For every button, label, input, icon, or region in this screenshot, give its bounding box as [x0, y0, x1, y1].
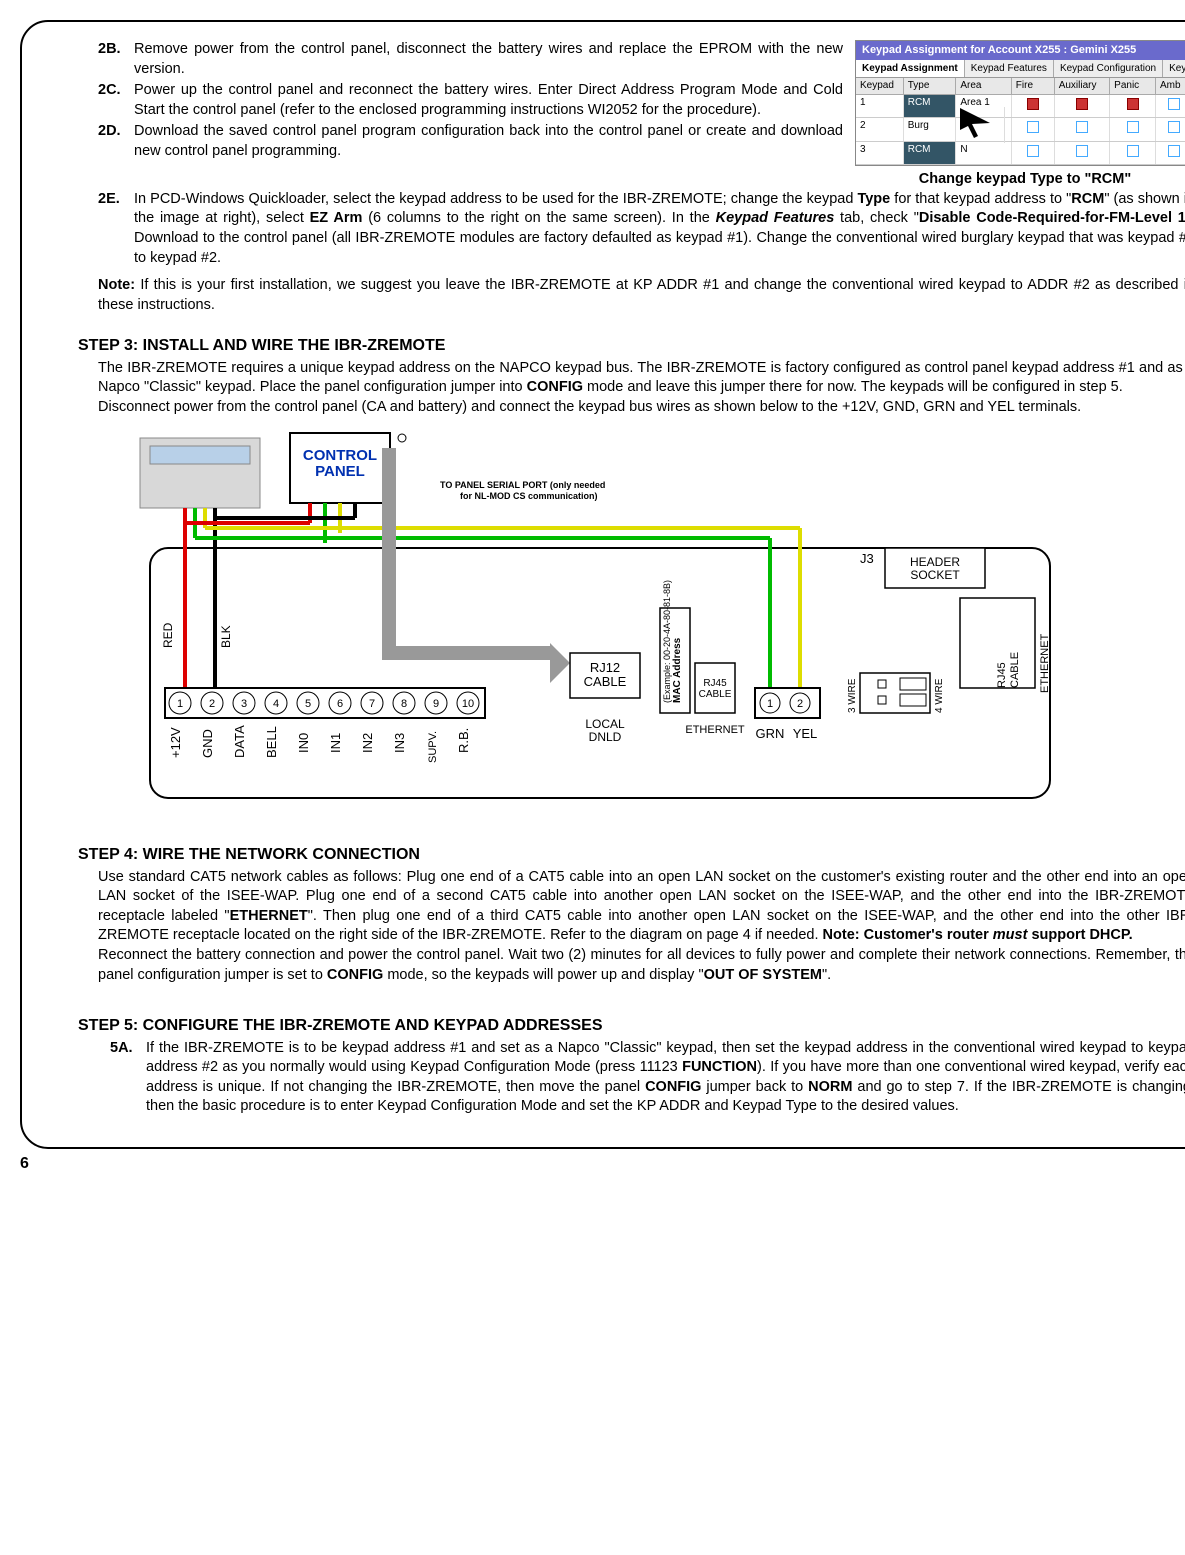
svg-text:IN2: IN2 — [360, 732, 375, 752]
svg-text:(Example: 00-20-4A-80-81-8B): (Example: 00-20-4A-80-81-8B) — [662, 580, 672, 703]
step-2c-num: 2C. — [98, 81, 134, 120]
rj45b-label: RJ45 — [996, 662, 1008, 688]
screenshot-caption: Change keypad Type to "RCM" — [855, 170, 1185, 190]
checkbox-icon[interactable] — [1127, 98, 1139, 110]
checkbox-icon[interactable] — [1168, 121, 1180, 133]
svg-text:SUPV.: SUPV. — [427, 731, 439, 763]
tab-key[interactable]: Key — [1163, 60, 1185, 78]
svg-text:+12V: +12V — [168, 727, 183, 758]
4wire-label: 4 WIRE — [934, 678, 945, 713]
svg-text:6: 6 — [337, 698, 343, 710]
checkbox-icon[interactable] — [1076, 145, 1088, 157]
svg-text:5: 5 — [305, 698, 311, 710]
svg-text:3: 3 — [241, 698, 247, 710]
ethernet-label: ETHERNET — [685, 724, 745, 736]
step-2b-num: 2B. — [98, 40, 134, 79]
checkbox-icon[interactable] — [1027, 98, 1039, 110]
step4-heading: STEP 4: WIRE THE NETWORK CONNECTION — [50, 844, 1185, 866]
step5a-body: If the IBR-ZREMOTE is to be keypad addre… — [146, 1039, 1185, 1117]
header-label: HEADERSOCKET — [910, 555, 960, 582]
checkbox-icon[interactable] — [1168, 145, 1180, 157]
checkbox-icon[interactable] — [1076, 121, 1088, 133]
local-dnld: LOCALDNLD — [585, 717, 625, 744]
step2-section: 2B.Remove power from the control panel, … — [50, 40, 1185, 190]
step3-heading: STEP 3: INSTALL AND WIRE THE IBR-ZREMOTE — [50, 335, 1185, 357]
step4-p2: Reconnect the battery connection and pow… — [50, 946, 1185, 985]
svg-text:R.B.: R.B. — [456, 727, 471, 752]
tab-assignment[interactable]: Keypad Assignment — [856, 60, 965, 78]
svg-text:1: 1 — [177, 698, 183, 710]
step-2e: 2E. In PCD-Windows Quickloader, select t… — [50, 190, 1185, 268]
svg-text:2: 2 — [797, 698, 803, 710]
mac-label: MAC Address — [672, 637, 683, 703]
svg-text:9: 9 — [433, 698, 439, 710]
tab-features[interactable]: Keypad Features — [965, 60, 1054, 78]
checkbox-icon[interactable] — [1076, 98, 1088, 110]
step-2c-body: Power up the control panel and reconnect… — [134, 81, 843, 120]
step-2b-body: Remove power from the control panel, dis… — [134, 40, 843, 79]
serial-note: TO PANEL SERIAL PORT (only needed for NL… — [440, 480, 608, 501]
checkbox-icon[interactable] — [1027, 121, 1039, 133]
svg-text:CABLE: CABLE — [1009, 651, 1021, 687]
step-2d-num: 2D. — [98, 122, 134, 161]
wiring-diagram: CONTROLPANEL TO PANEL SERIAL PORT (only … — [130, 428, 1070, 825]
svg-text:IN1: IN1 — [328, 732, 343, 752]
svg-text:IN0: IN0 — [296, 732, 311, 752]
step4-p1: Use standard CAT5 network cables as foll… — [50, 868, 1185, 946]
label-red: RED — [161, 622, 175, 648]
svg-text:GND: GND — [200, 729, 215, 758]
j3-label: J3 — [860, 551, 874, 566]
3wire-label: 3 WIRE — [847, 678, 858, 713]
screenshot-panel: Keypad Assignment for Account X255 : Gem… — [855, 40, 1185, 190]
svg-text:BELL: BELL — [264, 726, 279, 758]
step5a-num: 5A. — [110, 1039, 146, 1117]
svg-text:8: 8 — [401, 698, 407, 710]
svg-text:10: 10 — [462, 698, 474, 710]
page-frame: 2B.Remove power from the control panel, … — [20, 20, 1185, 1149]
step5-heading: STEP 5: CONFIGURE THE IBR-ZREMOTE AND KE… — [50, 1015, 1185, 1037]
svg-text:1: 1 — [767, 698, 773, 710]
svg-text:4: 4 — [273, 698, 279, 710]
step2-note: Note: If this is your first installation… — [50, 276, 1185, 315]
svg-text:IN3: IN3 — [392, 732, 407, 752]
screenshot-title: Keypad Assignment for Account X255 : Gem… — [856, 41, 1185, 60]
arrow-cursor-icon — [956, 107, 1005, 144]
step3-p1: The IBR-ZREMOTE requires a unique keypad… — [50, 359, 1185, 398]
checkbox-icon[interactable] — [1168, 98, 1180, 110]
step3-p2: Disconnect power from the control panel … — [50, 398, 1185, 418]
svg-text:2: 2 — [209, 698, 215, 710]
page-number: 6 — [20, 1153, 1165, 1175]
step-2d-body: Download the saved control panel program… — [134, 122, 843, 161]
type-dropdown[interactable]: RCM — [904, 95, 957, 118]
checkbox-icon[interactable] — [1127, 121, 1139, 133]
tab-config[interactable]: Keypad Configuration — [1054, 60, 1163, 78]
yel-label: YEL — [793, 726, 818, 741]
svg-text:7: 7 — [369, 698, 375, 710]
checkbox-icon[interactable] — [1127, 145, 1139, 157]
label-blk: BLK — [219, 625, 233, 648]
checkbox-icon[interactable] — [1027, 145, 1039, 157]
svg-text:DATA: DATA — [232, 724, 247, 757]
ethernetb-label: ETHERNET — [1039, 633, 1051, 693]
grn-label: GRN — [756, 726, 785, 741]
